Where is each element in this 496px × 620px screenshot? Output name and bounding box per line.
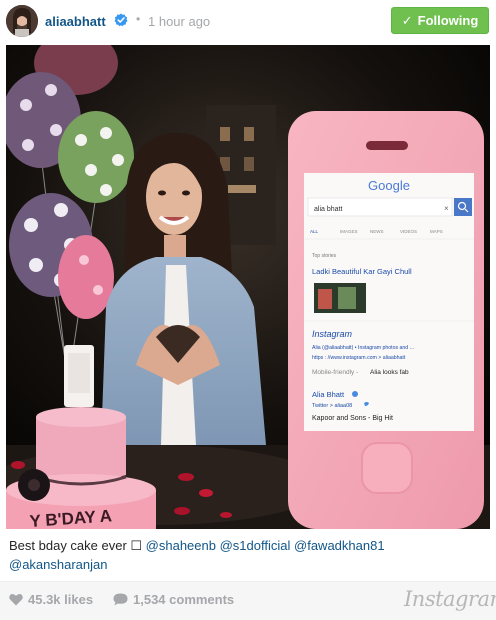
- user-avatar[interactable]: [6, 5, 38, 37]
- phone-alia-looks-fab: Alia looks fab: [370, 369, 409, 376]
- phone-tab: ALL: [310, 229, 319, 234]
- phone-ig-line1: Alia (@aliaabhatt) • Instagram photos an…: [312, 345, 414, 351]
- mention-link[interactable]: @shaheenb: [146, 538, 216, 553]
- phone-story-title: Ladki Beautiful Kar Gayi Chull: [312, 267, 412, 276]
- comments-count[interactable]: 1,534 comments: [113, 592, 234, 607]
- post-time-link[interactable]: 1 hour ago: [148, 14, 210, 29]
- phone-search-query: alia bhatt: [314, 206, 342, 213]
- mention-link[interactable]: @fawadkhan81: [294, 538, 385, 553]
- verified-badge-icon: [114, 13, 128, 27]
- phone-top-stories: Top stories: [312, 253, 337, 259]
- mention-link[interactable]: @akansharanjan: [9, 557, 107, 572]
- phone-tab: IMAGES: [340, 229, 358, 234]
- caption-text: Best bday cake ever ☐: [9, 538, 146, 553]
- phone-tab: MAPS: [430, 229, 443, 234]
- phone-film: Kapoor and Sons - Big Hit: [312, 415, 393, 422]
- phone-profile-name: Alia Bhatt: [312, 390, 345, 399]
- phone-clear-icon: ×: [444, 204, 449, 213]
- username-link[interactable]: aliaabhatt: [45, 14, 106, 29]
- google-logo: Google: [368, 178, 410, 193]
- instagram-logo[interactable]: Instagram: [404, 587, 496, 611]
- post-header: aliaabhatt • 1 hour ago ✓ Following: [0, 0, 496, 44]
- phone-tab: NEWS: [370, 229, 384, 234]
- phone-mobile-friendly: Mobile-friendly -: [312, 369, 358, 376]
- heart-icon: [9, 594, 23, 606]
- following-button[interactable]: ✓ Following: [391, 7, 489, 34]
- phone-tab: VIDEOS: [400, 229, 417, 234]
- mention-link[interactable]: @s1dofficial: [220, 538, 291, 553]
- post-photo[interactable]: Y B'DAY A Google alia bhatt × ALL IMAGES N…: [6, 45, 490, 529]
- check-icon: ✓: [401, 12, 413, 28]
- phone-ig-brand: Instagram: [312, 329, 353, 339]
- phone-twitter-line: Twitter > aliaa08: [312, 403, 352, 409]
- post-caption: Best bday cake ever ☐ @shaheenb @s1doffi…: [9, 536, 489, 574]
- separator-dot: •: [136, 12, 141, 26]
- following-label: Following: [417, 13, 479, 28]
- likes-count[interactable]: 45.3k likes: [9, 592, 93, 607]
- instagram-post-card: aliaabhatt • 1 hour ago ✓ Following Y B'…: [0, 0, 496, 620]
- comment-icon: [113, 593, 128, 606]
- likes-label: 45.3k likes: [28, 592, 94, 607]
- comments-label: 1,534 comments: [133, 592, 235, 607]
- phone-ig-line2: https : //www.instagram.com > aliaabhatt: [312, 355, 406, 361]
- post-footer: 45.3k likes 1,534 comments Instagram: [0, 582, 496, 620]
